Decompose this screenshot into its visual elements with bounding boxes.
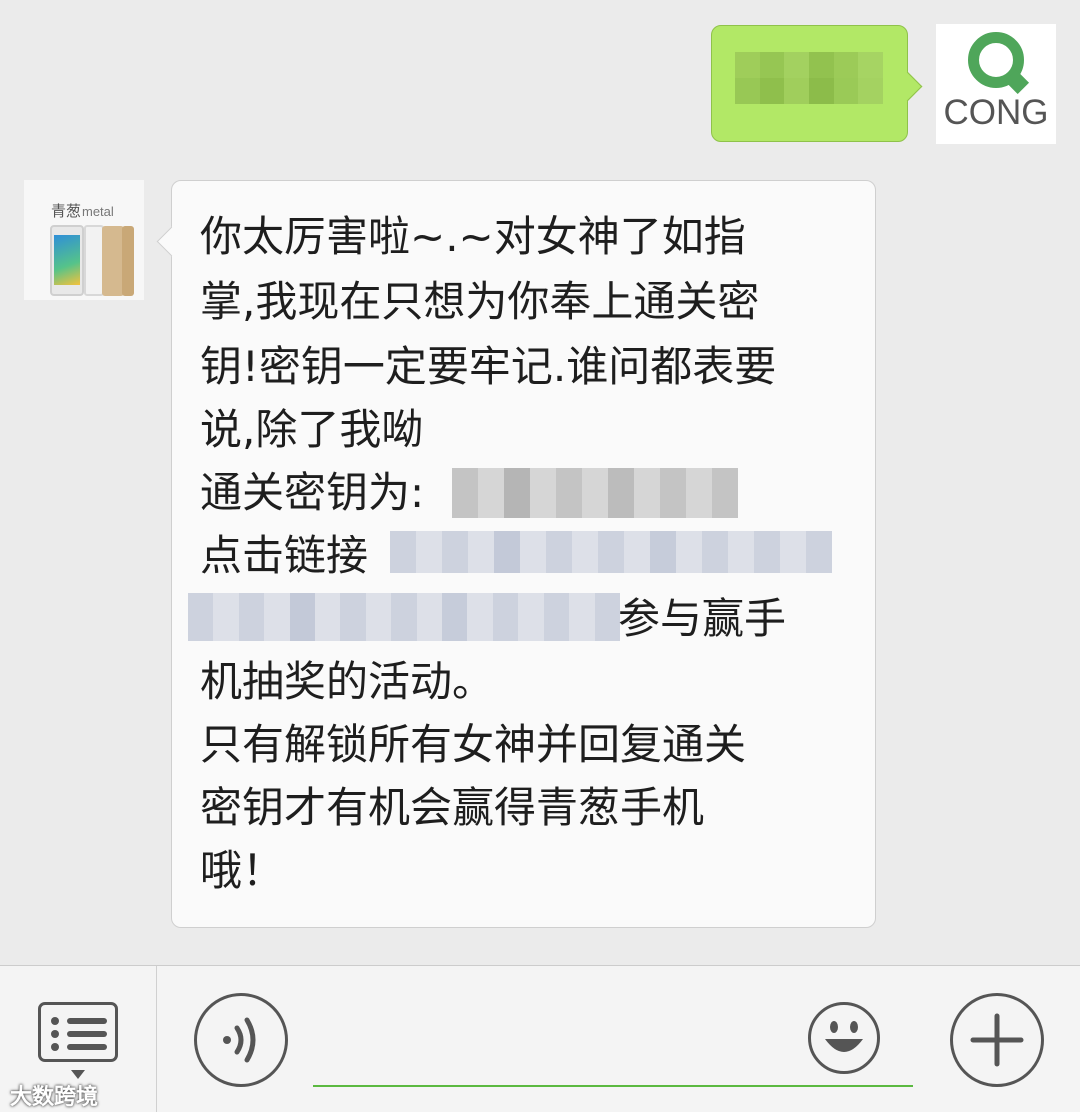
cong-logo-icon bbox=[968, 32, 1024, 88]
phone-image bbox=[84, 225, 104, 296]
message-line: 点击链接 bbox=[200, 531, 369, 580]
pixelated-link[interactable] bbox=[188, 593, 620, 641]
message-line: 掌,我现在只想为你奉上通关密 bbox=[200, 277, 760, 326]
message-line: 机抽奖的活动。 bbox=[200, 657, 495, 706]
avatar-brand: 青葱 bbox=[51, 202, 82, 220]
message-line: 说,除了我呦 bbox=[200, 405, 424, 454]
my-avatar[interactable]: CONG bbox=[936, 24, 1056, 144]
outgoing-message-bubble[interactable] bbox=[711, 25, 908, 142]
phone-image bbox=[102, 226, 124, 296]
watermark: 大数跨境 bbox=[10, 1085, 99, 1110]
pixelated-key bbox=[452, 468, 742, 518]
message-line: 只有解锁所有女神并回复通关 bbox=[200, 720, 747, 769]
message-line: 哦！ bbox=[200, 846, 285, 895]
incoming-message-bubble[interactable]: 你太厉害啦~.~对女神了如指 掌,我现在只想为你奉上通关密 钥!密钥一定要牢记.… bbox=[171, 180, 876, 928]
contact-avatar[interactable]: 青葱 metal bbox=[24, 180, 144, 300]
message-input[interactable] bbox=[313, 1085, 913, 1087]
message-line: 你太厉害啦~.~对女神了如指 bbox=[200, 212, 746, 261]
pixelated-link[interactable] bbox=[390, 531, 834, 573]
voice-icon[interactable] bbox=[194, 993, 288, 1087]
message-line: 钥!密钥一定要牢记.谁问都表要 bbox=[200, 342, 777, 391]
menu-line bbox=[51, 1043, 107, 1051]
pixelated-content bbox=[735, 52, 883, 104]
smiley-icon[interactable] bbox=[808, 1002, 880, 1074]
avatar-label: CONG bbox=[943, 93, 1049, 132]
divider bbox=[156, 966, 157, 1112]
caret-down-icon bbox=[71, 1070, 85, 1079]
input-toolbar: 大数跨境 bbox=[0, 965, 1080, 1112]
phone-image bbox=[122, 226, 134, 296]
list-menu-icon[interactable] bbox=[38, 1002, 118, 1062]
phone-image bbox=[50, 225, 84, 296]
message-line: 密钥才有机会赢得青葱手机 bbox=[200, 783, 705, 832]
menu-line bbox=[51, 1017, 107, 1025]
avatar-model: metal bbox=[82, 204, 114, 219]
plus-icon[interactable] bbox=[950, 993, 1044, 1087]
menu-line bbox=[51, 1030, 107, 1038]
message-line: 通关密钥为: bbox=[200, 468, 425, 517]
chat-area: CONG 青葱 metal 你太厉害啦~.~对女神了如指 掌,我现在只想为你奉上… bbox=[0, 0, 1080, 965]
message-line: 参与赢手 bbox=[618, 594, 787, 643]
